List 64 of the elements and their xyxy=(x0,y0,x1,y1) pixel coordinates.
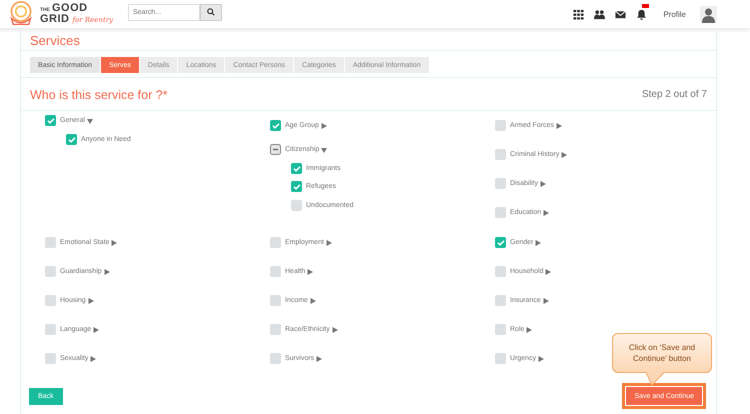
caret-right-icon[interactable] xyxy=(538,356,544,362)
checkbox[interactable] xyxy=(45,353,56,364)
checkbox[interactable] xyxy=(270,266,281,277)
grid-icon[interactable] xyxy=(573,8,584,20)
avatar-icon[interactable] xyxy=(700,6,717,22)
caret-right-icon[interactable] xyxy=(556,122,562,128)
checkbox[interactable] xyxy=(270,120,281,131)
checkbox[interactable] xyxy=(270,324,281,335)
caret-right-icon[interactable] xyxy=(526,326,532,332)
checkbox[interactable] xyxy=(495,295,506,306)
checkbox[interactable] xyxy=(45,324,56,335)
checkbox[interactable] xyxy=(45,295,56,306)
checkbox[interactable] xyxy=(495,353,506,364)
checkbox[interactable] xyxy=(66,134,77,145)
caret-right-icon[interactable] xyxy=(88,298,94,304)
caret-right-icon[interactable] xyxy=(326,240,332,246)
caret-right-icon[interactable] xyxy=(543,210,550,216)
logo-text: GRID xyxy=(40,14,70,25)
caret-right-icon[interactable] xyxy=(561,152,568,158)
caret-right-icon[interactable] xyxy=(90,356,96,362)
checkbox[interactable] xyxy=(45,115,56,126)
logo-icon xyxy=(8,1,34,27)
caret-right-icon[interactable] xyxy=(307,268,314,274)
checkbox[interactable] xyxy=(495,324,506,335)
mail-icon[interactable] xyxy=(615,8,626,20)
checkbox[interactable] xyxy=(495,149,506,160)
caret-right-icon[interactable] xyxy=(535,240,542,246)
checkbox[interactable] xyxy=(291,200,302,211)
section-heading: Who is this service for ?* xyxy=(30,88,168,102)
caret-right-icon[interactable] xyxy=(111,240,118,246)
caret-right-icon[interactable] xyxy=(540,180,546,186)
checkbox[interactable] xyxy=(45,266,56,277)
checkbox[interactable] xyxy=(495,237,506,248)
logo-text: GOOD xyxy=(52,3,88,14)
caret-down-icon[interactable] xyxy=(321,146,328,152)
callout-pointer xyxy=(646,372,666,386)
caret-right-icon[interactable] xyxy=(542,298,549,304)
checkbox[interactable] xyxy=(270,353,281,364)
search-button[interactable] xyxy=(200,4,222,20)
checkbox[interactable] xyxy=(270,295,281,306)
caret-right-icon[interactable] xyxy=(332,326,338,332)
caret-right-icon[interactable] xyxy=(316,356,322,362)
checkbox[interactable] xyxy=(495,266,506,277)
checkbox[interactable] xyxy=(495,120,506,131)
checkbox[interactable] xyxy=(270,144,281,155)
page-title: Services xyxy=(21,29,716,51)
caret-right-icon[interactable] xyxy=(320,122,327,128)
step-indicator: Step 2 out of 7 xyxy=(642,89,707,100)
bell-icon[interactable] xyxy=(636,8,648,20)
search-icon xyxy=(207,8,215,16)
checkbox[interactable] xyxy=(45,237,56,248)
checkbox[interactable] xyxy=(270,237,281,248)
caret-right-icon[interactable] xyxy=(545,268,552,274)
checkbox[interactable] xyxy=(495,207,506,218)
people-icon[interactable] xyxy=(594,8,606,20)
caret-right-icon[interactable] xyxy=(104,268,110,274)
profile-link[interactable]: Profile xyxy=(663,10,686,18)
caret-right-icon[interactable] xyxy=(93,326,100,332)
caret-down-icon[interactable] xyxy=(86,118,93,124)
callout-bubble: Click on ‘Save and Continue’ button xyxy=(612,333,712,373)
checkbox[interactable] xyxy=(291,162,302,174)
caret-right-icon[interactable] xyxy=(310,298,316,304)
checkbox[interactable] xyxy=(495,178,506,189)
checkbox[interactable] xyxy=(291,181,302,192)
